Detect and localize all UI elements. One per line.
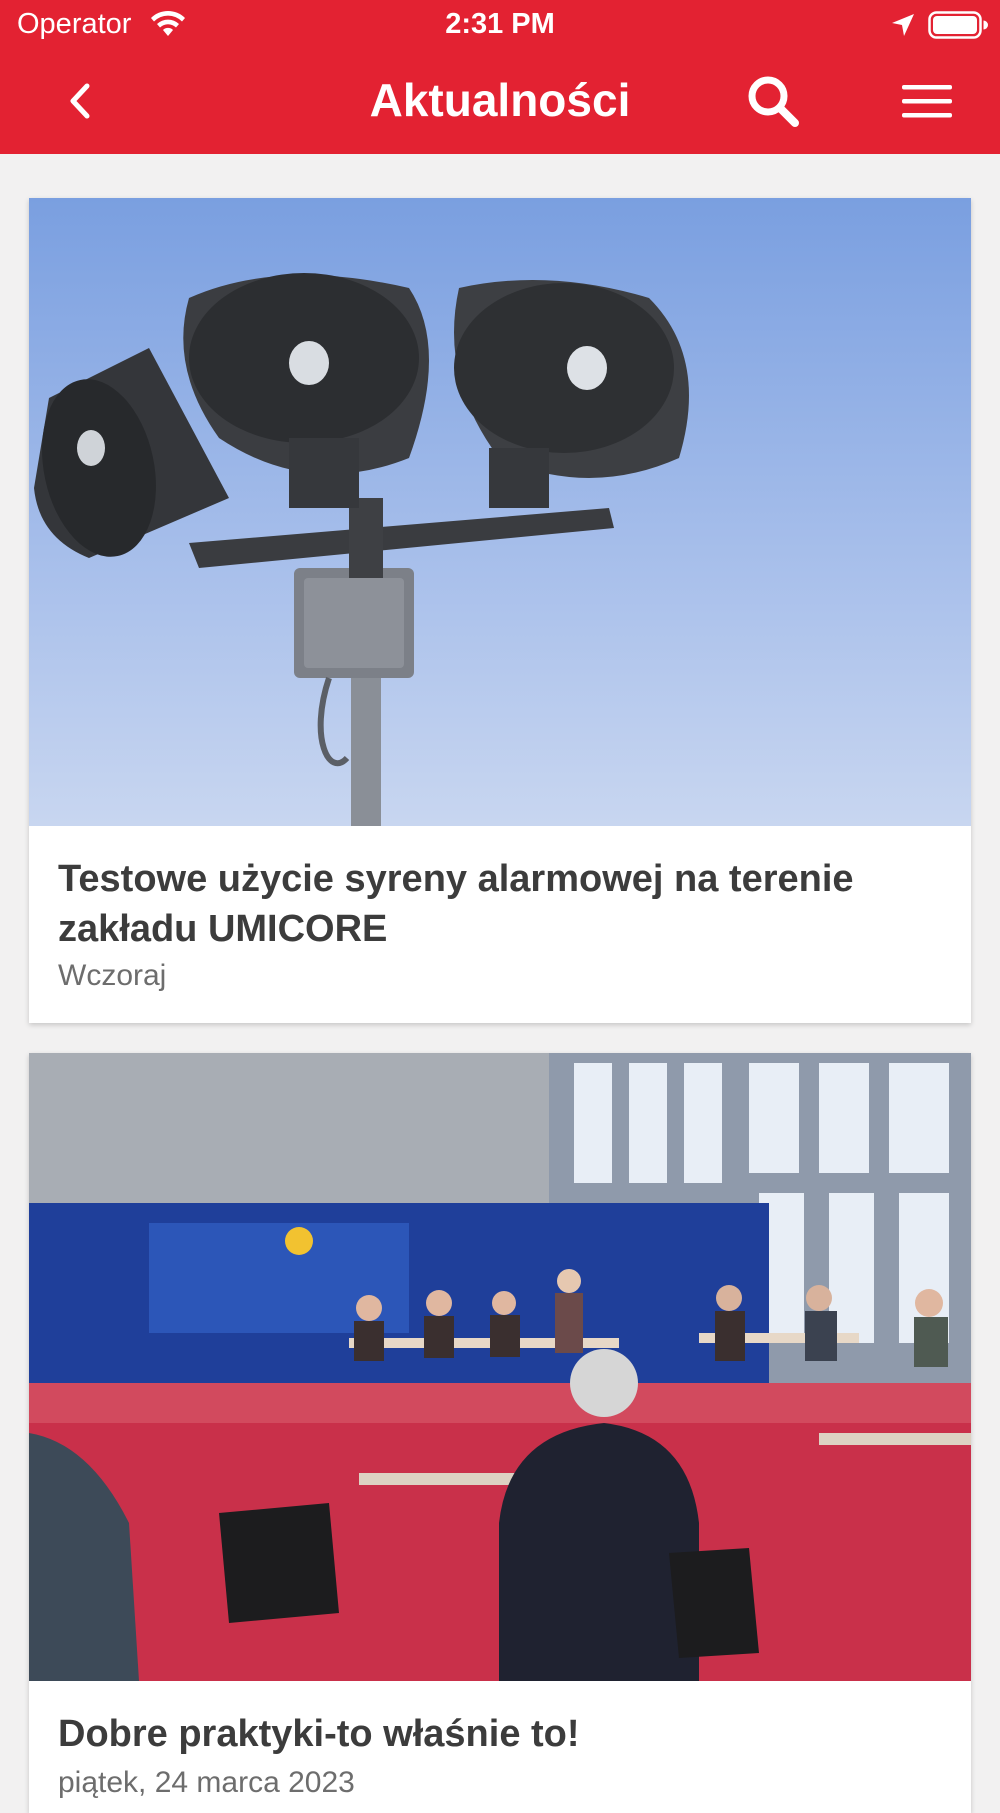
page-title: Aktualności <box>369 74 631 126</box>
navigation-bar: Aktualności <box>0 50 1000 154</box>
status-time: 2:31 PM <box>445 8 555 40</box>
status-bar: Operator 2:31 PM <box>0 0 1000 50</box>
news-card[interactable]: Testowe użycie syreny alarmowej na teren… <box>29 198 971 1023</box>
search-button[interactable] <box>738 70 808 132</box>
chevron-left-icon <box>70 83 90 119</box>
search-icon <box>748 76 799 127</box>
hamburger-menu-icon <box>902 85 952 118</box>
battery-icon <box>928 11 988 39</box>
news-date: Wczoraj <box>58 959 167 992</box>
back-button[interactable] <box>44 70 114 132</box>
menu-button[interactable] <box>892 70 962 132</box>
app-header: Operator 2:31 PM Aktualności <box>0 0 1000 154</box>
news-date: piątek, 24 marca 2023 <box>58 1766 355 1799</box>
news-title: Testowe użycie syreny alarmowej na teren… <box>58 858 854 950</box>
alarm-sirens-photo <box>29 198 971 826</box>
news-title: Dobre praktyki-to właśnie to! <box>58 1713 580 1755</box>
meeting-gym-photo <box>29 1053 971 1681</box>
news-card[interactable]: Dobre praktyki-to właśnie to! piątek, 24… <box>29 1053 971 1813</box>
location-arrow-icon <box>892 14 914 36</box>
